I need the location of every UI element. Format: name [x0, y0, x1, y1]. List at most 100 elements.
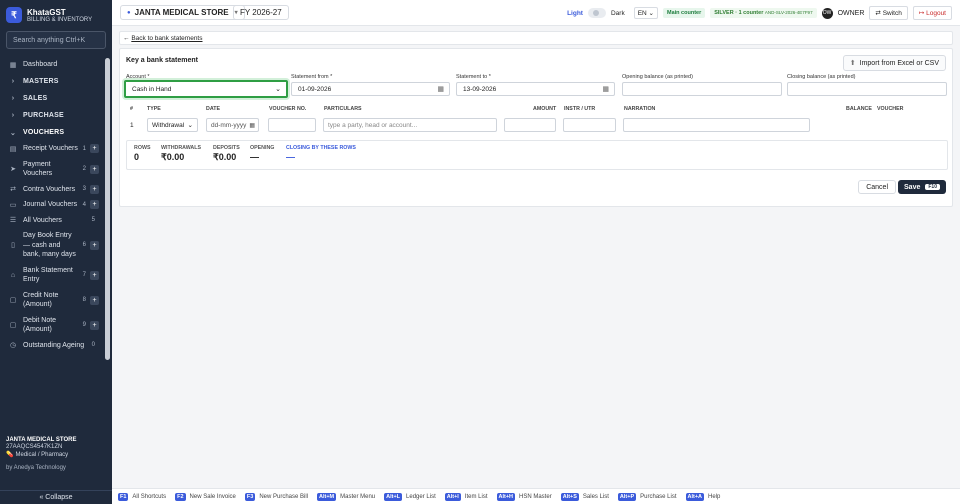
sidebar-item-day-book-entry[interactable]: ▯ Day Book Entry — cash and bank, many d…	[0, 228, 104, 263]
shortcut-key[interactable]: Alt+I	[444, 492, 461, 501]
add-icon[interactable]: +	[90, 295, 99, 305]
theme-toggle[interactable]	[587, 8, 606, 18]
add-icon[interactable]: +	[90, 164, 99, 174]
receipt-icon: ▤	[9, 145, 17, 153]
sidebar-scrollbar[interactable]	[105, 58, 110, 360]
store-selector[interactable]: ● JANTA MEDICAL STORE ▾	[120, 5, 245, 20]
shortcut-key[interactable]: Alt+M	[317, 492, 337, 501]
avatar[interactable]: OW	[821, 7, 833, 19]
sidebar-item-journal-vouchers[interactable]: ▭ Journal Vouchers 4 +	[0, 197, 104, 213]
pill-icon: 💊	[6, 452, 14, 458]
calendar-icon[interactable]: ▦	[602, 85, 609, 93]
voucher-no-input[interactable]	[268, 118, 316, 132]
sidebar-section-purchase[interactable]: › PURCHASE	[0, 107, 104, 124]
save-button[interactable]: Save F10	[898, 180, 946, 194]
shortcut-label[interactable]: New Purchase Bill	[259, 494, 308, 500]
shortcut-key[interactable]: F2	[175, 492, 186, 501]
document-icon: ▢	[9, 297, 17, 304]
theme-light-label[interactable]: Light	[567, 10, 583, 17]
shortcut-label[interactable]: All Shortcuts	[132, 494, 166, 500]
shortcut-key[interactable]: Alt+H	[496, 492, 516, 501]
status-dot-icon: ●	[127, 9, 131, 16]
shortcut-key[interactable]: F3	[244, 492, 256, 501]
plan-code: AND-SLV-2026-4E7F97	[764, 10, 813, 15]
sidebar-item-label: Receipt Vouchers	[23, 145, 78, 152]
sidebar-item-payment-vouchers[interactable]: ➤ Payment Vouchers 2 +	[0, 157, 104, 182]
import-button[interactable]: ⬆ Import from Excel or CSV	[842, 55, 946, 71]
theme-dark-label[interactable]: Dark	[611, 10, 625, 17]
fy-selector[interactable]: FY 2026-27	[233, 5, 289, 20]
bank-icon: ⌂	[10, 271, 16, 279]
bank-statement-form: Key a bank statement ⬆ Import from Excel…	[119, 48, 953, 207]
sidebar-item-outstanding-ageing[interactable]: ◷ Outstanding Ageing 0	[0, 338, 104, 354]
shortcut-key[interactable]: Alt+P	[617, 492, 637, 501]
swap-icon: ⇄	[10, 186, 16, 194]
type-select[interactable]: Withdrawal ⌄	[147, 118, 198, 132]
calendar-icon[interactable]: ▦	[437, 85, 444, 93]
add-icon[interactable]: +	[90, 240, 99, 250]
sidebar-item-label: Dashboard	[23, 61, 58, 68]
sidebar-section-sales[interactable]: › SALES	[0, 90, 104, 107]
sidebar-item-bank-statement-entry[interactable]: ⌂ Bank Statement Entry 7 +	[0, 263, 104, 288]
shortcut-label[interactable]: Item List	[465, 494, 488, 500]
add-icon[interactable]: +	[90, 184, 99, 194]
logout-button[interactable]: ↦ Logout	[912, 6, 952, 20]
store-name: JANTA MEDICAL STORE	[134, 8, 229, 17]
language-select[interactable]: EN ⌄	[633, 7, 658, 19]
shortcut-number: 5	[91, 217, 95, 224]
shortcut-key[interactable]: F1	[118, 492, 129, 501]
footer-gstin: 27AAQCS4547K1ZN	[6, 444, 63, 450]
swap-icon: ⇄	[875, 10, 881, 17]
instr-utr-input[interactable]	[563, 118, 616, 132]
sidebar-item-debit-note[interactable]: ▢ Debit Note (Amount) 9 +	[0, 313, 104, 338]
add-icon[interactable]: +	[90, 144, 99, 154]
shortcut-label[interactable]: New Sale Invoice	[190, 494, 236, 500]
narration-input[interactable]	[623, 118, 810, 132]
back-link[interactable]: ← Back to bank statements	[123, 35, 203, 42]
to-label: Statement to *	[456, 74, 491, 80]
calendar-icon: ▦	[249, 122, 255, 129]
cancel-button[interactable]: Cancel	[858, 180, 896, 194]
shortcut-label[interactable]: Help	[708, 494, 720, 500]
sidebar-item-label: Debit Note (Amount)	[23, 316, 57, 334]
shortcut-label[interactable]: Master Menu	[340, 494, 375, 500]
shortcut-label[interactable]: Sales List	[583, 494, 609, 500]
sidebar-item-credit-note[interactable]: ▢ Credit Note (Amount) 8 +	[0, 288, 104, 313]
from-date-input[interactable]: 01-09-2026 ▦	[291, 82, 450, 96]
summary-closing: CLOSING BY THESE ROWS —	[286, 145, 356, 162]
sidebar-item-contra-vouchers[interactable]: ⇄ Contra Vouchers 3 +	[0, 182, 104, 198]
shortcut-key[interactable]: Alt+A	[685, 492, 705, 501]
shortcut-key[interactable]: Alt+S	[560, 492, 579, 501]
account-select[interactable]: Cash in Hand ⌄	[124, 80, 288, 98]
opening-balance-input[interactable]	[622, 82, 782, 96]
sidebar-section-masters[interactable]: › MASTERS	[0, 73, 104, 90]
add-icon[interactable]: +	[90, 200, 99, 210]
shortcut-label[interactable]: Purchase List	[640, 494, 676, 500]
to-date-input[interactable]: 13-09-2026 ▦	[456, 82, 615, 96]
col-voucher-no: VOUCHER NO.	[269, 106, 307, 112]
summary-value: ₹0.00	[161, 152, 185, 162]
section-label: MASTERS	[23, 78, 59, 85]
switch-button[interactable]: ⇄ Switch	[869, 6, 908, 20]
shortcut-key[interactable]: Alt+L	[384, 492, 403, 501]
sidebar-item-dashboard[interactable]: ▦ Dashboard	[0, 56, 104, 73]
shortcut-number: 8	[82, 297, 86, 303]
back-bar: ← Back to bank statements	[119, 31, 953, 45]
sidebar-section-vouchers[interactable]: ⌄ VOUCHERS	[0, 124, 104, 141]
sidebar-item-receipt-vouchers[interactable]: ▤ Receipt Vouchers 1 +	[0, 141, 104, 157]
section-label: VOUCHERS	[23, 129, 65, 136]
shortcut-label[interactable]: Ledger List	[406, 494, 436, 500]
date-input[interactable]: dd-mm-yyyy ▦	[206, 118, 259, 132]
sidebar-search-input[interactable]: Search anything Ctrl+K	[6, 31, 106, 49]
arrow-left-icon: ←	[123, 34, 130, 42]
particulars-input[interactable]: type a party, head or account...	[323, 118, 497, 132]
closing-balance-input[interactable]	[787, 82, 947, 96]
summary-value: —	[286, 152, 295, 162]
collapse-sidebar-button[interactable]: « Collapse	[0, 490, 112, 504]
sidebar-item-all-vouchers[interactable]: ☰ All Vouchers 5	[0, 213, 104, 229]
add-icon[interactable]: +	[90, 270, 99, 280]
amount-input[interactable]	[504, 118, 556, 132]
footer-by: by Anedya Technology	[6, 465, 66, 471]
shortcut-label[interactable]: HSN Master	[519, 494, 552, 500]
add-icon[interactable]: +	[90, 320, 99, 330]
